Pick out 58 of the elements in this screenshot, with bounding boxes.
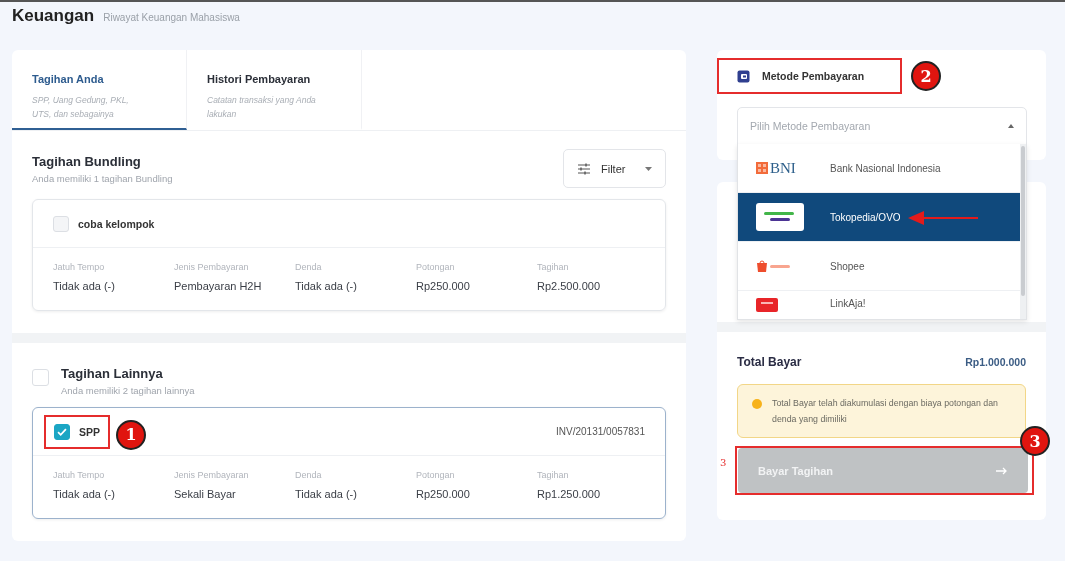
field-label: Denda xyxy=(295,470,323,480)
annotation-label: 3 xyxy=(720,457,727,468)
invoice-number: INV/20131/0057831 xyxy=(556,426,645,437)
section-title: Metode Pembayaran xyxy=(762,70,865,82)
field-value: Sekali Bayar xyxy=(174,488,237,500)
tab-description: Catatan transaksi yang Anda lakukan xyxy=(207,94,317,121)
sliders-icon xyxy=(577,162,591,175)
field-value: Rp250.000 xyxy=(416,488,471,500)
bill-name: SPP xyxy=(79,425,100,438)
caret-icon xyxy=(1008,124,1014,128)
field-label: Tagihan xyxy=(537,470,570,480)
square-icon xyxy=(756,162,768,174)
tab-description: SPP, Uang Gedung, PKL, UTS, dan sebagainya xyxy=(32,94,130,121)
app-logo-icon xyxy=(756,298,778,312)
field-label: Potongan xyxy=(416,470,456,480)
field-value: Rp2.500.000 xyxy=(537,280,601,292)
field-value: Tidak ada (-) xyxy=(295,280,358,292)
arrow-right-icon xyxy=(996,466,1008,475)
filter-button[interactable]: Filter xyxy=(563,149,666,188)
tab[interactable]: Tagihan Anda SPP, Uang Gedung, PKL, UTS, dan sebagainya xyxy=(12,50,187,130)
wallet-icon xyxy=(737,69,750,83)
bill-name: coba kelompok xyxy=(78,217,155,230)
scrollbar-thumb[interactable] xyxy=(1021,146,1025,296)
field-label: Potongan xyxy=(416,262,456,272)
section-subtitle: Anda memiliki 1 tagihan Bundling xyxy=(32,173,173,184)
wallet-logo-icon xyxy=(756,203,804,231)
field-label: Tagihan xyxy=(537,262,570,272)
field-label: Denda xyxy=(295,262,323,272)
section-subtitle: Anda memiliki 2 tagihan lainnya xyxy=(61,385,195,396)
field-label: Jatuh Tempo xyxy=(53,262,106,272)
step-marker: 1 xyxy=(116,419,146,450)
field-value: Rp1.250.000 xyxy=(537,488,601,500)
info-dot-icon xyxy=(752,399,762,409)
field-value: Pembayaran H2H xyxy=(174,280,263,292)
note-text: Total Bayar telah diakumulasi dengan biaya potongan dan denda yang dimiliki xyxy=(772,397,999,426)
field-value: Tidak ada (-) xyxy=(53,488,116,500)
caret-icon xyxy=(645,166,652,171)
total-label: Total Bayar xyxy=(737,355,802,369)
field-label: Jatuh Tempo xyxy=(53,470,106,480)
total-amount: Rp1.000.000 xyxy=(965,356,1026,368)
step-marker: 2 xyxy=(911,61,941,91)
page-title: Keuangan xyxy=(12,6,95,26)
dropdown-option[interactable]: Shopee xyxy=(738,242,1020,291)
field-value: Rp250.000 xyxy=(416,280,471,292)
field-label: Jenis Pembayaran xyxy=(174,262,250,272)
bank-logo: BNI xyxy=(756,159,796,177)
checkbox[interactable] xyxy=(54,423,70,440)
page-subtitle: Riwayat Keuangan Mahasiswa xyxy=(103,12,240,23)
dropdown-option[interactable]: Tokopedia/OVO xyxy=(738,193,1020,242)
field-value: Tidak ada (-) xyxy=(295,488,358,500)
field-value: Tidak ada (-) xyxy=(53,280,116,292)
section-title: Tagihan Bundling xyxy=(32,154,142,169)
field-label: Jenis Pembayaran xyxy=(174,470,250,480)
tab[interactable]: Histori Pembayaran Catatan transaksi yang Anda lakukan xyxy=(187,50,362,130)
step-marker: 3 xyxy=(1020,426,1050,456)
dropdown-option[interactable]: LinkAja! xyxy=(738,291,1020,319)
section-title: Tagihan Lainnya xyxy=(61,366,164,381)
dropdown-option[interactable]: BNI Bank Nasional Indonesia xyxy=(738,144,1020,193)
